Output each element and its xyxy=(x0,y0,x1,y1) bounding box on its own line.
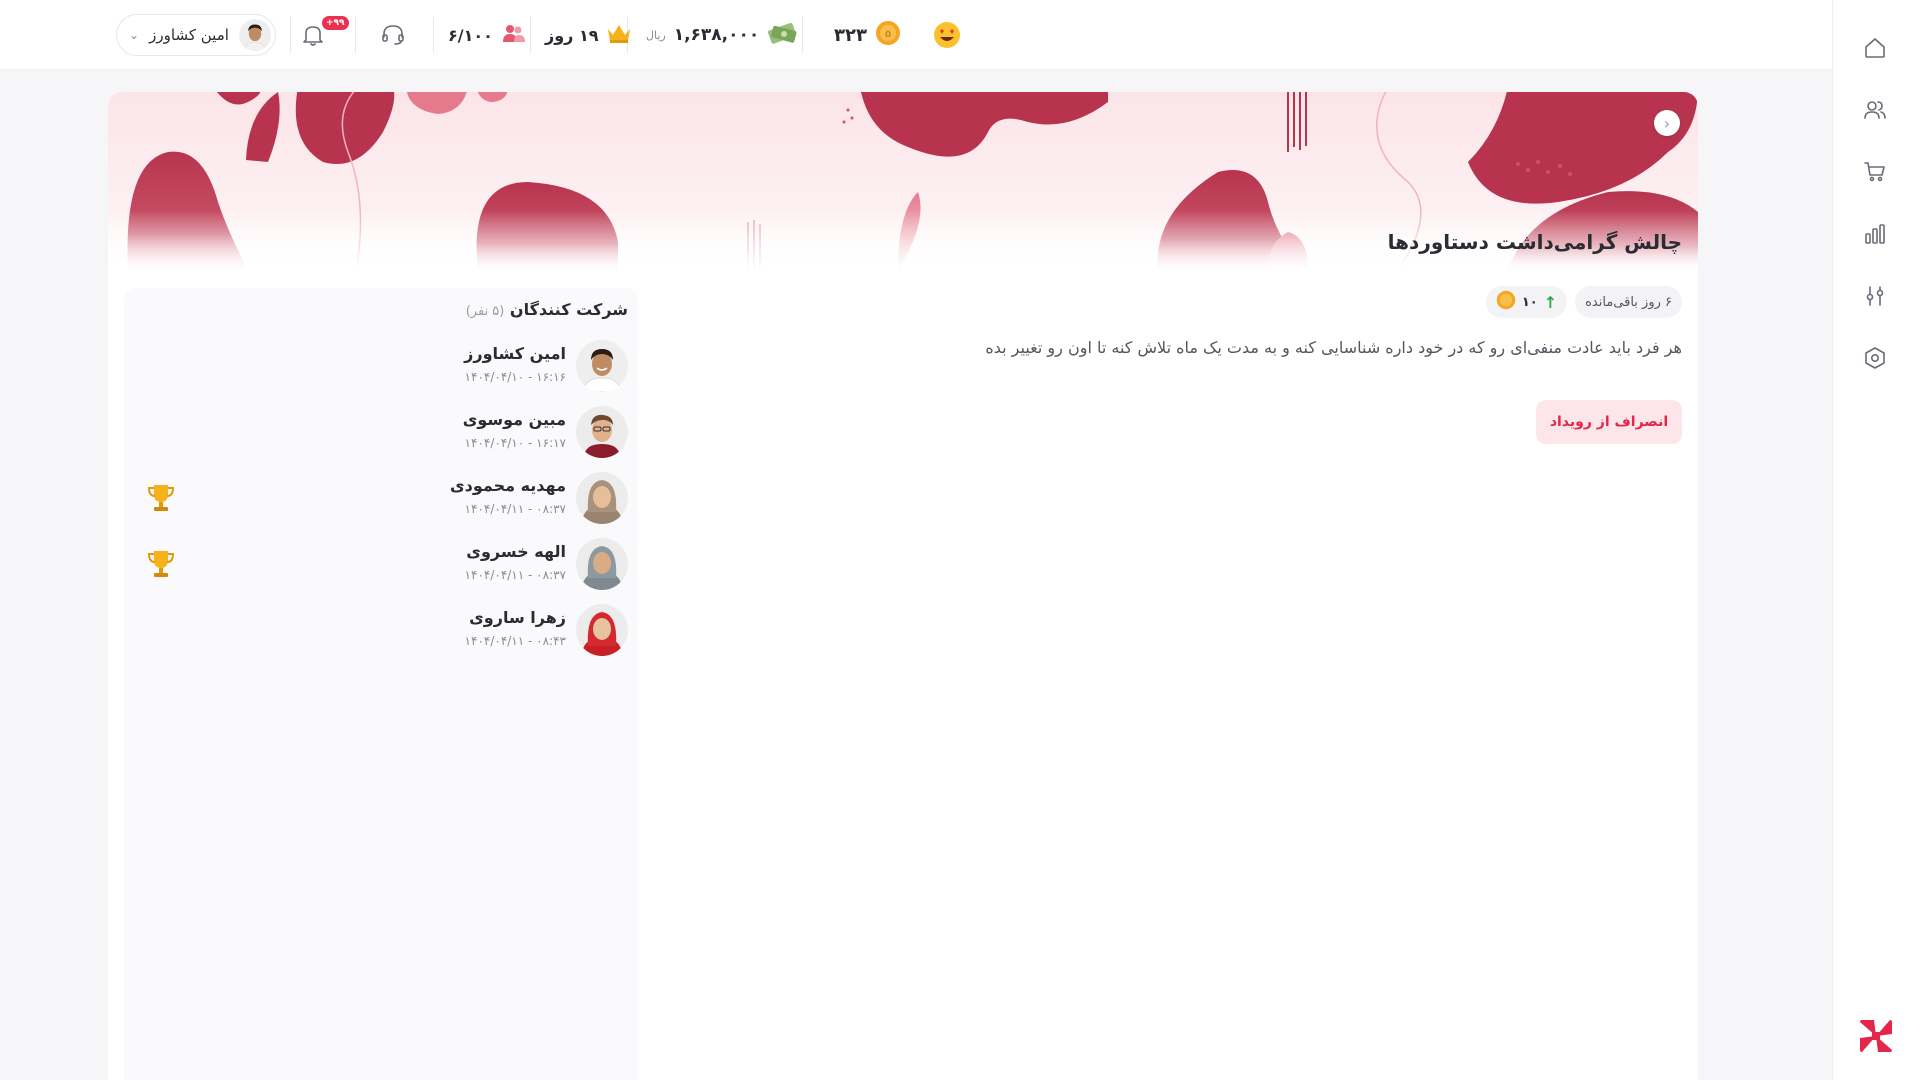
avatar xyxy=(576,340,628,392)
reward-badge: ↑ ۱۰ xyxy=(1485,286,1568,318)
coin-icon xyxy=(1496,290,1516,314)
chevron-right-icon[interactable]: › xyxy=(1654,110,1680,136)
svg-text:۵: ۵ xyxy=(885,29,891,40)
participant-time: ۰۸:۳۷ - ۱۴۰۴/۰۴/۱۱ xyxy=(464,568,566,582)
avatar xyxy=(576,538,628,590)
participant-time: ۰۸:۴۳ - ۱۴۰۴/۰۴/۱۱ xyxy=(464,634,566,648)
trophy-icon xyxy=(146,548,176,580)
brand-logo[interactable] xyxy=(1858,1018,1894,1054)
participant-time: ۰۸:۳۷ - ۱۴۰۴/۰۴/۱۱ xyxy=(464,502,566,516)
support-headset-icon[interactable] xyxy=(380,0,406,70)
trophy-icon xyxy=(146,482,176,514)
notifications-badge: +۹۹ xyxy=(320,14,351,32)
home-icon[interactable] xyxy=(1863,36,1887,60)
challenge-meta: ۶ روز باقی‌مانده ↑ ۱۰ xyxy=(1485,286,1682,318)
avatar xyxy=(576,472,628,524)
list-item[interactable]: الهه خسروی ۰۸:۳۷ - ۱۴۰۴/۰۴/۱۱ xyxy=(134,536,628,594)
participants-panel: شرکت کنندگان (۵ نفر) امین کشاورز ۱۶:۱۶ -… xyxy=(124,288,638,1080)
participant-time: ۱۶:۱۶ - ۱۴۰۴/۰۴/۱۰ xyxy=(464,370,566,384)
money-value: ۱,۶۳۸,۰۰۰ xyxy=(673,25,760,45)
avatar xyxy=(576,604,628,656)
notifications-bell-icon[interactable] xyxy=(300,0,326,70)
streak-days[interactable]: ۱۹ روز xyxy=(545,0,632,70)
money-icon xyxy=(767,20,799,50)
divider xyxy=(290,17,291,53)
challenge-card: › چالش گرامی‌داشت دستاوردها ۶ روز باقی‌م… xyxy=(108,92,1698,1080)
remaining-days-text: ۶ روز باقی‌مانده xyxy=(1585,294,1672,310)
chart-icon[interactable] xyxy=(1863,222,1887,246)
participant-time: ۱۶:۱۷ - ۱۴۰۴/۰۴/۱۰ xyxy=(464,436,566,450)
top-bar: ۵ ۳۲۳ ۱,۶۳۸,۰۰۰ ریال ۱۹ روز ۶/۱۰۰ +۹۹ ⌄ … xyxy=(0,0,1832,70)
chevron-down-icon: ⌄ xyxy=(129,28,140,42)
list-item[interactable]: زهرا ساروی ۰۸:۴۳ - ۱۴۰۴/۰۴/۱۱ xyxy=(134,602,628,660)
money-unit: ریال xyxy=(646,28,666,42)
remaining-days-badge: ۶ روز باقی‌مانده xyxy=(1575,286,1682,318)
avatar xyxy=(239,19,271,51)
avatar xyxy=(576,406,628,458)
participants-title: شرکت کنندگان (۵ نفر) xyxy=(466,300,628,319)
participant-name: امین کشاورز xyxy=(464,344,566,363)
divider xyxy=(802,17,803,53)
sidebar xyxy=(1832,0,1920,1080)
list-item[interactable]: مبین موسوی ۱۶:۱۷ - ۱۴۰۴/۰۴/۱۰ xyxy=(134,404,628,462)
participants-title-text: شرکت کنندگان xyxy=(509,300,628,319)
coins-value: ۳۲۳ xyxy=(834,24,867,46)
list-item[interactable]: امین کشاورز ۱۶:۱۶ - ۱۴۰۴/۰۴/۱۰ xyxy=(134,338,628,396)
challenge-description: هر فرد باید عادت منفی‌ای رو که در خود دا… xyxy=(985,338,1682,357)
reward-value: ۱۰ xyxy=(1521,294,1538,310)
crown-icon xyxy=(606,21,632,49)
user-menu[interactable]: ⌄ امین کشاورز xyxy=(116,14,276,56)
coin-icon: ۵ xyxy=(875,20,901,50)
settings-sliders-icon[interactable] xyxy=(1863,284,1887,308)
participant-name: مهدیه محمودی xyxy=(449,476,566,495)
users-icon[interactable] xyxy=(1863,98,1887,122)
friends-icon xyxy=(501,22,527,48)
money-counter[interactable]: ۱,۶۳۸,۰۰۰ ریال xyxy=(646,0,799,70)
divider xyxy=(433,17,434,53)
hexagon-settings-icon[interactable] xyxy=(1863,346,1887,370)
leave-event-button[interactable]: انصراف از رویداد xyxy=(1536,400,1682,444)
mood-emoji-icon[interactable] xyxy=(933,0,961,70)
participant-name: مبین موسوی xyxy=(462,410,566,429)
user-name: امین کشاورز xyxy=(149,26,229,44)
divider xyxy=(530,17,531,53)
cart-icon[interactable] xyxy=(1863,160,1887,184)
friends-value: ۶/۱۰۰ xyxy=(448,25,493,45)
days-value: ۱۹ روز xyxy=(545,25,599,45)
coins-counter[interactable]: ۵ ۳۲۳ xyxy=(826,0,901,70)
list-item[interactable]: مهدیه محمودی ۰۸:۳۷ - ۱۴۰۴/۰۴/۱۱ xyxy=(134,470,628,528)
friends-counter[interactable]: ۶/۱۰۰ xyxy=(448,0,527,70)
arrow-up-icon: ↑ xyxy=(1543,292,1558,312)
challenge-title: چالش گرامی‌داشت دستاوردها xyxy=(1387,230,1682,254)
participant-name: زهرا ساروی xyxy=(469,608,566,627)
participant-name: الهه خسروی xyxy=(466,542,566,561)
divider xyxy=(355,17,356,53)
participants-count: (۵ نفر) xyxy=(465,304,505,319)
